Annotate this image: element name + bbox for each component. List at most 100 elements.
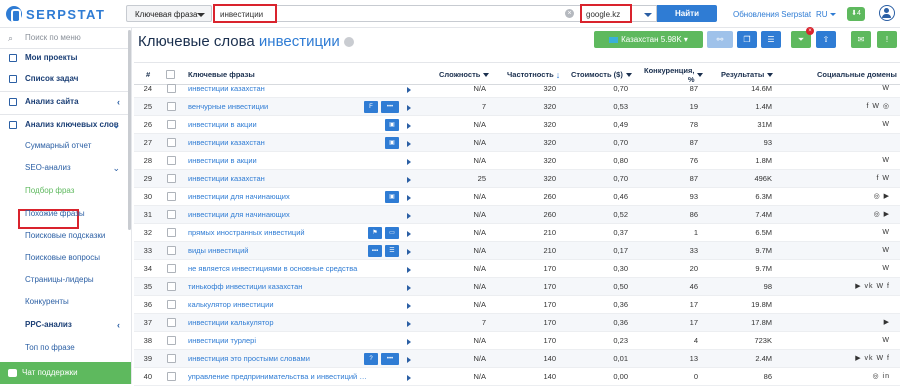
serp-feature-icon[interactable]: ▣ <box>385 119 399 131</box>
keyword-link[interactable]: управление предпринимательства и инвести… <box>188 368 368 386</box>
table-row[interactable]: 36 калькулятор инвестиции N/A 170 0,36 17 19.8… <box>134 296 900 314</box>
query-type-select[interactable]: Ключевая фраза <box>126 5 212 22</box>
updates-link[interactable]: Обновления Serpstat <box>733 10 811 19</box>
sidebar-item-top-phrase[interactable]: Топ по фразе <box>0 338 128 358</box>
keyword-link[interactable]: виды инвестиций <box>188 242 368 260</box>
social-domains[interactable]: ◎ in <box>830 368 890 386</box>
row-checkbox[interactable] <box>167 372 176 381</box>
expand-arrow-icon[interactable] <box>407 339 411 345</box>
keyword-link[interactable]: инвестиции калькулятор <box>188 314 368 332</box>
keyword-link[interactable]: инвестиции казахстан <box>188 134 368 152</box>
table-row[interactable]: 35 тинькофф инвестиции казахстан N/A 170 0,5… <box>134 278 900 296</box>
social-domains[interactable]: W <box>830 260 890 278</box>
social-domains[interactable]: ▶ vk W f <box>830 350 890 368</box>
social-domains[interactable] <box>830 296 890 314</box>
expand-arrow-icon[interactable] <box>407 105 411 111</box>
keyword-link[interactable]: калькулятор инвестиции <box>188 296 368 314</box>
table-row[interactable]: 31 инвестиции для начинающих N/A 260 0,52 86 7… <box>134 206 900 224</box>
table-row[interactable]: 37 инвестиции калькулятор 7 170 0,36 17 17.8M ▶ <box>134 314 900 332</box>
serp-feature-icon[interactable]: ▭ <box>385 227 399 239</box>
tasks-icon[interactable]: ! <box>877 31 897 48</box>
columns-icon[interactable]: ☰ <box>761 31 781 48</box>
expand-arrow-icon[interactable] <box>407 357 411 363</box>
social-domains[interactable]: ◎ ▶ <box>830 188 890 206</box>
expand-arrow-icon[interactable] <box>407 159 411 165</box>
expand-arrow-icon[interactable] <box>407 87 411 93</box>
keyword-link[interactable]: инвестиции турлері <box>188 332 368 350</box>
serp-feature-icon[interactable]: ••• <box>381 353 399 365</box>
row-checkbox[interactable] <box>167 138 176 147</box>
table-row[interactable]: 33 виды инвестиций N/A 210 0,17 33 9.7M ☰ ▪▪▪ W <box>134 242 900 260</box>
row-checkbox[interactable] <box>167 84 176 93</box>
row-checkbox[interactable] <box>167 318 176 327</box>
row-checkbox[interactable] <box>167 192 176 201</box>
expand-arrow-icon[interactable] <box>407 249 411 255</box>
close-icon[interactable]: × <box>806 27 814 35</box>
serp-feature-icon[interactable]: ▪▪▪ <box>368 245 382 257</box>
row-checkbox[interactable] <box>167 102 176 111</box>
table-row[interactable]: 40 управление предпринимательства и инвес… <box>134 368 900 386</box>
social-domains[interactable]: W <box>830 80 890 98</box>
support-chat-button[interactable]: Чат поддержки <box>0 362 131 384</box>
expand-arrow-icon[interactable] <box>407 285 411 291</box>
social-domains[interactable]: W <box>830 152 890 170</box>
sidebar-item-top-pages[interactable]: Страницы-лидеры <box>0 270 128 290</box>
keyword-link[interactable]: инвестиции в акции <box>188 116 368 134</box>
row-checkbox[interactable] <box>167 282 176 291</box>
find-button[interactable]: Найти <box>657 5 717 22</box>
social-domains[interactable]: ▶ vk W f <box>830 278 890 296</box>
keyword-link[interactable]: инвестиция это простыми словами <box>188 350 368 368</box>
serp-feature-icon[interactable]: ••• <box>381 101 399 113</box>
copy-icon[interactable]: ❐ <box>737 31 757 48</box>
sidebar-item-summary[interactable]: Суммарный отчет <box>0 136 128 156</box>
row-checkbox[interactable] <box>167 228 176 237</box>
table-row[interactable]: 29 инвестиции казахстан 25 320 0,70 87 496K f W <box>134 170 900 188</box>
keyword-link[interactable]: инвестиции в акции <box>188 152 368 170</box>
sidebar-search[interactable]: ⌕ Поиск по меню <box>0 28 128 48</box>
keyword-link[interactable]: тинькофф инвестиции казахстан <box>188 278 368 296</box>
table-row[interactable]: 32 прямых иностранных инвестиций N/A 210 0,3… <box>134 224 900 242</box>
sidebar-item-tasks[interactable]: Список задач <box>0 69 128 89</box>
social-domains[interactable]: ◎ ▶ <box>830 206 890 224</box>
region-select-button[interactable]: Казахстан 5.98K ▾ <box>594 31 703 48</box>
clear-icon[interactable]: × <box>565 9 574 18</box>
table-row[interactable]: 25 венчурные инвестиции 7 320 0,53 19 1.4M ••• F… <box>134 98 900 116</box>
serp-feature-icon[interactable]: ⚑ <box>368 227 382 239</box>
social-domains[interactable]: f W <box>830 170 890 188</box>
row-checkbox[interactable] <box>167 300 176 309</box>
row-checkbox[interactable] <box>167 336 176 345</box>
link-icon[interactable]: ⚯ <box>707 31 733 48</box>
row-checkbox[interactable] <box>167 264 176 273</box>
table-row[interactable]: 38 инвестиции турлері N/A 170 0,23 4 723K W <box>134 332 900 350</box>
social-domains[interactable]: W <box>830 224 890 242</box>
sidebar-item-site-analysis[interactable]: Анализ сайта ‹ <box>0 92 128 112</box>
expand-arrow-icon[interactable] <box>407 195 411 201</box>
keyword-link[interactable]: инвестиции для начинающих <box>188 188 368 206</box>
expand-arrow-icon[interactable] <box>407 375 411 381</box>
serp-feature-icon[interactable]: F <box>364 101 378 113</box>
sidebar-item-keyword-analysis[interactable]: Анализ ключевых слов ⌄ <box>0 115 128 135</box>
sidebar-item-questions[interactable]: Поисковые вопросы <box>0 248 128 268</box>
sidebar-item-competitors[interactable]: Конкуренты <box>0 292 128 312</box>
table-row[interactable]: 27 инвестиции казахстан N/A 320 0,70 87 93 ▣ <box>134 134 900 152</box>
keyword-link[interactable]: прямых иностранных инвестиций <box>188 224 368 242</box>
expand-arrow-icon[interactable] <box>407 303 411 309</box>
row-checkbox[interactable] <box>167 246 176 255</box>
row-checkbox[interactable] <box>167 120 176 129</box>
sidebar-item-similar[interactable]: Похожие фразы <box>0 204 128 224</box>
row-checkbox[interactable] <box>167 210 176 219</box>
row-checkbox[interactable] <box>167 156 176 165</box>
help-icon[interactable] <box>343 37 354 48</box>
user-avatar-icon[interactable] <box>879 5 895 21</box>
comment-icon[interactable]: ✉ <box>851 31 871 48</box>
social-domains[interactable] <box>830 134 890 152</box>
notifications-button[interactable]: ⬇4 <box>847 7 865 21</box>
expand-arrow-icon[interactable] <box>407 141 411 147</box>
serp-feature-icon[interactable]: ▣ <box>385 137 399 149</box>
keyword-link[interactable]: инвестиции казахстан <box>188 80 368 98</box>
social-domains[interactable]: ▶ <box>830 314 890 332</box>
social-domains[interactable]: f W ◎ <box>830 98 890 116</box>
row-checkbox[interactable] <box>167 174 176 183</box>
expand-arrow-icon[interactable] <box>407 267 411 273</box>
sidebar-item-ppc[interactable]: PPC-анализ ‹ <box>0 315 128 335</box>
